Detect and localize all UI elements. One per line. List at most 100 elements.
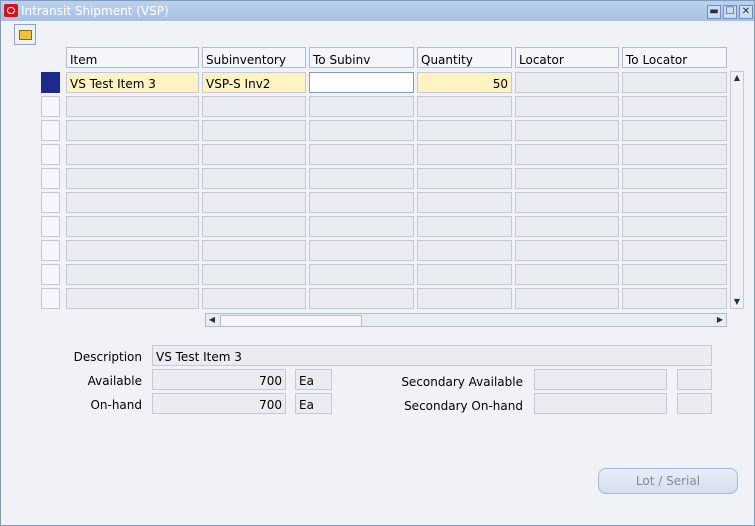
- secondary-available-field[interactable]: [534, 369, 667, 390]
- cell-to-locator[interactable]: [622, 216, 727, 237]
- cell-to-locator[interactable]: [622, 72, 727, 93]
- cell-to-subinv[interactable]: [309, 192, 414, 213]
- horizontal-scroll-thumb[interactable]: [220, 315, 362, 327]
- cell-to-subinv[interactable]: [309, 168, 414, 189]
- cell-quantity[interactable]: [417, 120, 512, 141]
- cell-quantity[interactable]: [417, 240, 512, 261]
- cell-locator[interactable]: [515, 240, 619, 261]
- cell-locator[interactable]: [515, 168, 619, 189]
- cell-subinventory[interactable]: [202, 144, 306, 165]
- cell-to-locator[interactable]: [622, 144, 727, 165]
- cell-quantity[interactable]: [417, 168, 512, 189]
- cell-item[interactable]: [66, 288, 199, 309]
- cell-locator[interactable]: [515, 120, 619, 141]
- cell-to-locator[interactable]: [622, 192, 727, 213]
- cell-to-locator[interactable]: [622, 120, 727, 141]
- column-header-to-subinv: To Subinv: [309, 47, 414, 68]
- cell-quantity[interactable]: [417, 264, 512, 285]
- scroll-up-icon[interactable]: ▲: [731, 72, 743, 84]
- lot-serial-button[interactable]: Lot / Serial: [598, 468, 738, 494]
- cell-item[interactable]: [66, 264, 199, 285]
- cell-quantity[interactable]: [417, 288, 512, 309]
- row-selector[interactable]: [41, 240, 60, 261]
- row-selector[interactable]: [41, 72, 60, 93]
- cell-locator[interactable]: [515, 72, 619, 93]
- close-button[interactable]: ✕: [739, 5, 753, 19]
- cell-subinventory[interactable]: VSP-S Inv2: [202, 72, 306, 93]
- cell-quantity[interactable]: [417, 216, 512, 237]
- cell-to-locator[interactable]: [622, 240, 727, 261]
- row-selector[interactable]: [41, 144, 60, 165]
- onhand-uom-field[interactable]: Ea: [295, 393, 332, 414]
- column-header-locator: Locator: [515, 47, 619, 68]
- scroll-left-icon[interactable]: ◀: [206, 314, 218, 326]
- folder-open-icon: [19, 30, 32, 40]
- cell-to-locator[interactable]: [622, 288, 727, 309]
- cell-item[interactable]: [66, 120, 199, 141]
- cell-quantity[interactable]: [417, 144, 512, 165]
- cell-subinventory[interactable]: [202, 288, 306, 309]
- cell-item[interactable]: [66, 192, 199, 213]
- cell-item[interactable]: [66, 96, 199, 117]
- cell-item[interactable]: [66, 168, 199, 189]
- cell-quantity[interactable]: [417, 192, 512, 213]
- horizontal-scrollbar[interactable]: ◀ ▶: [205, 313, 727, 327]
- secondary-available-uom-field[interactable]: [677, 369, 712, 390]
- onhand-field[interactable]: 700: [152, 393, 286, 414]
- cell-to-subinv[interactable]: [309, 96, 414, 117]
- cell-subinventory[interactable]: [202, 168, 306, 189]
- description-field[interactable]: VS Test Item 3: [152, 345, 712, 366]
- secondary-onhand-label: Secondary On-hand: [404, 399, 523, 413]
- cell-item[interactable]: [66, 216, 199, 237]
- title-bar[interactable]: Intransit Shipment (VSP) ▬ ☐ ✕: [1, 1, 754, 21]
- scroll-right-icon[interactable]: ▶: [714, 314, 726, 326]
- cell-to-locator[interactable]: [622, 96, 727, 117]
- row-selector[interactable]: [41, 120, 60, 141]
- scroll-down-icon[interactable]: ▼: [731, 296, 743, 308]
- row-selector[interactable]: [41, 288, 60, 309]
- secondary-onhand-uom-field[interactable]: [677, 393, 712, 414]
- cell-subinventory[interactable]: [202, 96, 306, 117]
- cell-to-subinv[interactable]: [309, 120, 414, 141]
- cell-to-subinv[interactable]: [309, 264, 414, 285]
- available-uom-field[interactable]: Ea: [295, 369, 332, 390]
- cell-locator[interactable]: [515, 264, 619, 285]
- cell-to-locator[interactable]: [622, 168, 727, 189]
- cell-to-subinv[interactable]: [309, 288, 414, 309]
- column-header-subinventory: Subinventory: [202, 47, 306, 68]
- cell-locator[interactable]: [515, 288, 619, 309]
- row-selector[interactable]: [41, 216, 60, 237]
- cell-locator[interactable]: [515, 144, 619, 165]
- row-selector[interactable]: [41, 264, 60, 285]
- cell-subinventory[interactable]: [202, 192, 306, 213]
- maximize-button[interactable]: ☐: [723, 5, 737, 19]
- cell-item[interactable]: [66, 240, 199, 261]
- row-selector[interactable]: [41, 96, 60, 117]
- cell-subinventory[interactable]: [202, 264, 306, 285]
- secondary-available-label: Secondary Available: [401, 375, 523, 389]
- cell-to-subinv[interactable]: [309, 144, 414, 165]
- cell-item[interactable]: VS Test Item 3: [66, 72, 199, 93]
- cell-to-locator[interactable]: [622, 264, 727, 285]
- available-field[interactable]: 700: [152, 369, 286, 390]
- cell-to-subinv[interactable]: [309, 216, 414, 237]
- minimize-button[interactable]: ▬: [707, 5, 721, 19]
- secondary-onhand-field[interactable]: [534, 393, 667, 414]
- description-label: Description: [73, 350, 142, 364]
- row-selector[interactable]: [41, 192, 60, 213]
- cell-subinventory[interactable]: [202, 240, 306, 261]
- cell-subinventory[interactable]: [202, 120, 306, 141]
- row-selector[interactable]: [41, 168, 60, 189]
- cell-quantity[interactable]: 50: [417, 72, 512, 93]
- cell-locator[interactable]: [515, 192, 619, 213]
- cell-subinventory[interactable]: [202, 216, 306, 237]
- cell-locator[interactable]: [515, 96, 619, 117]
- cell-quantity[interactable]: [417, 96, 512, 117]
- cell-to-subinv[interactable]: [309, 72, 414, 93]
- cell-locator[interactable]: [515, 216, 619, 237]
- cell-item[interactable]: [66, 144, 199, 165]
- cell-to-subinv[interactable]: [309, 240, 414, 261]
- open-folder-button[interactable]: [14, 24, 36, 45]
- vertical-scrollbar[interactable]: ▲ ▼: [730, 71, 744, 309]
- column-header-to-locator: To Locator: [622, 47, 727, 68]
